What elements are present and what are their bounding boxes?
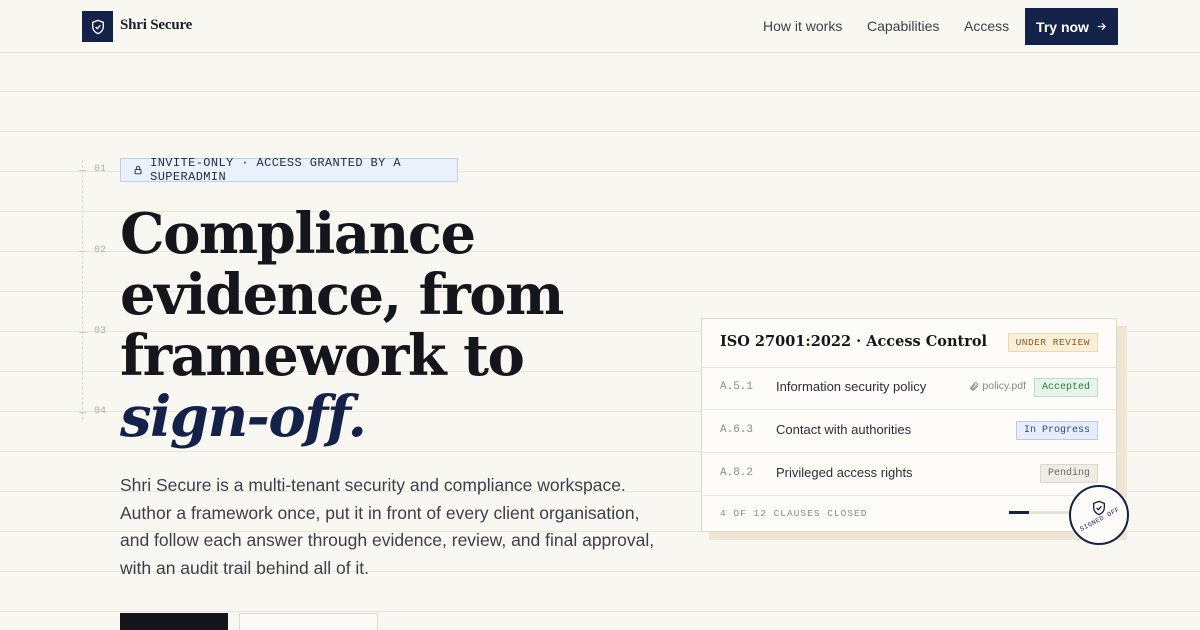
clause-code: A.5.1 [720,381,754,393]
rail-number: 04 [94,406,107,417]
clause-row[interactable]: A.5.1 Information security policy policy… [702,367,1116,410]
nav-access[interactable]: Access [964,18,1009,34]
lock-icon [134,165,142,175]
rail-number: 03 [94,326,107,337]
status-badge-pending: Pending [1039,464,1098,483]
rail-number: 01 [94,164,107,175]
headline-line: Compliance [120,201,476,267]
framework-review-card: ISO 27001:2022 · Access Control UNDER RE… [701,318,1117,532]
paperclip-icon [970,381,979,390]
attachment-filename: policy.pdf [982,380,1026,392]
arrow-right-icon [1097,22,1106,31]
clause-progress-fill [1009,511,1030,514]
headline-line: framework to [120,323,525,389]
clause-title: Information security policy [776,379,927,394]
brand-name[interactable]: Shri Secure [120,17,192,34]
card-title: ISO 27001:2022 · Access Control [720,333,988,350]
shield-check-icon [91,19,104,34]
rail-tick [79,170,86,171]
rail-tick [79,412,86,413]
rail-tick [79,332,86,333]
site-header: Shri Secure How it works Capabilities Ac… [0,0,1200,53]
secondary-hero-button[interactable] [239,613,378,630]
clause-progress-bar [1009,511,1071,514]
nav-how-it-works[interactable]: How it works [763,18,842,34]
hero-headline: Compliance evidence, from framework to s… [120,204,680,448]
clause-code: A.8.2 [720,467,754,479]
rail-number: 02 [94,245,107,256]
attachment-link[interactable]: policy.pdf [969,380,1026,392]
hero-description: Shri Secure is a multi-tenant security a… [120,475,655,578]
section-rail [82,160,83,420]
nav-capabilities[interactable]: Capabilities [867,18,939,34]
clause-title: Contact with authorities [776,422,912,437]
invite-badge-text: INVITE-ONLY · ACCESS GRANTED BY A SUPERA… [150,156,401,184]
status-badge-in-progress: In Progress [1015,421,1098,440]
primary-hero-button[interactable] [120,613,228,630]
clause-row[interactable]: A.8.2 Privileged access rights Pending [702,453,1116,496]
clause-code: A.6.3 [720,424,754,436]
under-review-badge: UNDER REVIEW [1007,333,1098,352]
headline-line: evidence, from [120,262,564,328]
clauses-closed-count: 4 OF 12 CLAUSES CLOSED [720,508,868,519]
headline-accent: sign-off. [120,384,367,450]
try-now-label: Try now [1036,18,1089,35]
try-now-button[interactable]: Try now [1025,8,1118,45]
rail-tick [79,251,86,252]
clause-row[interactable]: A.6.3 Contact with authorities In Progre… [702,410,1116,453]
invite-only-badge: INVITE-ONLY · ACCESS GRANTED BY A SUPERA… [120,156,458,184]
clause-title: Privileged access rights [776,465,913,480]
brand-logo[interactable] [82,11,113,42]
status-badge-accepted: Accepted [1033,378,1098,397]
